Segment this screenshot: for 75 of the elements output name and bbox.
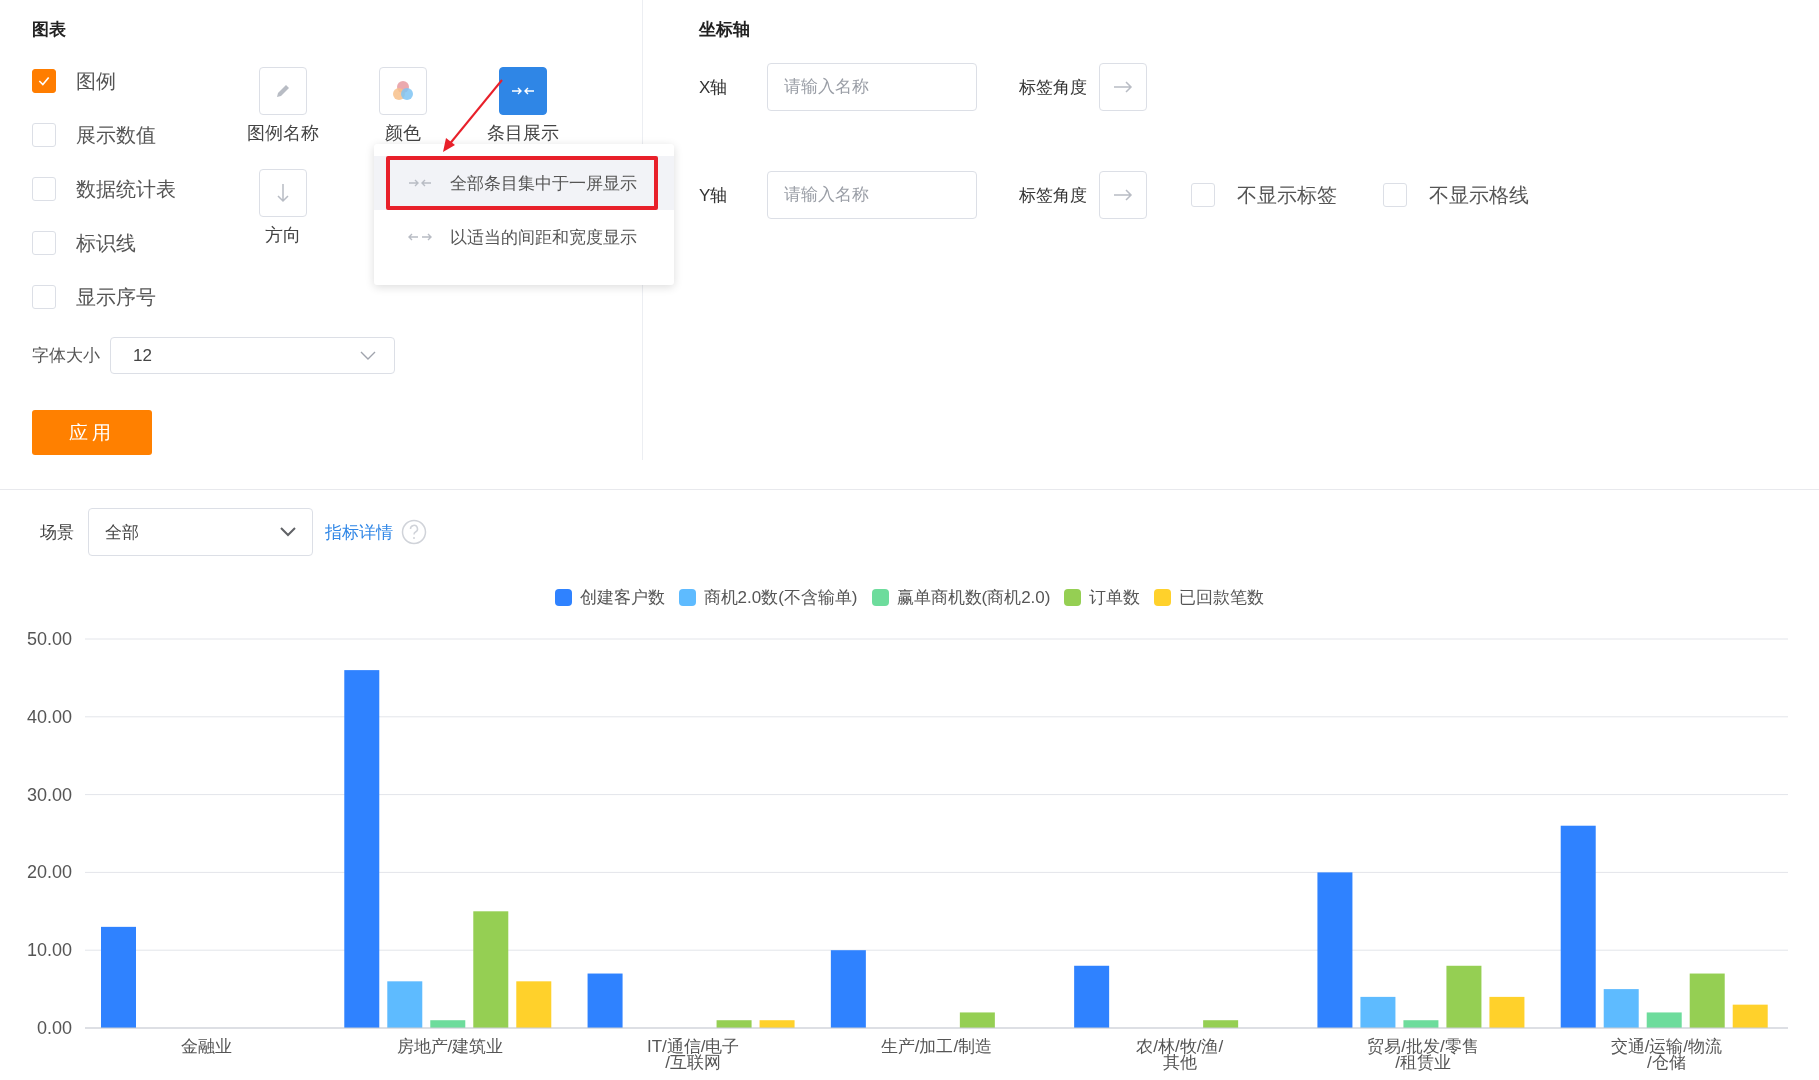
angle-label: 标签角度 [1019,76,1087,99]
menu-item[interactable]: 以适当的间距和宽度显示 [374,210,674,264]
x-axis-label: 房地产/建筑业 [396,1037,504,1056]
legend-label: 商机2.0数(不含输单) [703,587,858,609]
bar [1689,973,1725,1028]
name-input[interactable]: 请输入名称 [767,171,977,219]
tool-button[interactable] [499,67,547,115]
bar [716,1020,752,1028]
section-title: 图表 [32,19,67,41]
y-axis-label: 50.00 [26,629,72,649]
down-arrow-icon [276,183,290,203]
arrows-inward-icon [511,85,535,97]
checkbox-label: 不显示格线 [1429,182,1529,208]
bar [1646,1012,1682,1028]
arrows-inward-icon [408,177,432,189]
angle-label: 标签角度 [1019,184,1087,207]
y-axis-label: 30.00 [26,784,72,805]
checkbox-label: 数据统计表 [76,176,176,202]
scene-select[interactable]: 全部 [88,508,313,556]
arrows-outward-icon [408,231,432,243]
x-axis-label: 生产/加工/制造 [880,1037,993,1056]
chevron-down-icon [360,350,376,361]
bar [1489,996,1525,1028]
scene-label: 场景 [40,521,74,544]
bar [516,981,552,1028]
checkmark-icon [37,74,51,88]
tool-label: 条目展示 [487,122,559,145]
bar [1446,965,1482,1028]
checkbox-label: 展示数值 [76,122,156,148]
bar [430,1020,466,1028]
checkbox[interactable] [32,69,56,93]
tool-label: 方向 [265,224,301,247]
bar [959,1012,995,1028]
tool-label: 颜色 [385,122,421,145]
y-axis-label: 40.00 [26,706,72,727]
legend-label: 订单数 [1089,587,1141,609]
legend-label: 赢单商机数(商机2.0) [896,587,1051,609]
x-axis-label: 农/林/牧/渔/ 其他 [1136,1037,1224,1071]
y-axis-label: 0.00 [36,1018,72,1038]
right-arrow-icon [1113,189,1133,201]
bar [1360,996,1396,1028]
axis-label: Y轴 [699,184,729,207]
y-axis-label: 10.00 [26,940,72,961]
x-axis-label: 金融业 [181,1037,233,1056]
metric-details-link[interactable]: 指标详情 [325,520,393,544]
bar [1732,1004,1768,1028]
x-axis-label: 交通/运输/物流 /仓储 [1610,1037,1723,1071]
chevron-down-icon [280,527,296,537]
bar [759,1020,795,1028]
help-icon[interactable] [401,519,427,545]
bar [1203,1020,1239,1028]
pencil-icon [274,82,292,100]
bar [387,981,423,1028]
axis-label: X轴 [699,76,729,99]
angle-button[interactable] [1099,171,1147,219]
name-input[interactable]: 请输入名称 [767,63,977,111]
x-axis-label: IT/通信/电子 /互联网 [646,1037,740,1071]
x-axis-label: 贸易/批发/零售 /租赁业 [1367,1037,1479,1071]
right-arrow-icon [1113,81,1133,93]
font-size-select[interactable]: 12 [110,337,395,374]
angle-button[interactable] [1099,63,1147,111]
bar [1603,989,1639,1028]
y-axis-label: 20.00 [26,862,72,883]
bar [1074,965,1110,1028]
bar [1403,1020,1439,1028]
legend-label: 创建客户数 [579,587,665,609]
legend-label: 已回款笔数 [1179,587,1265,609]
tool-label: 图例名称 [247,122,319,145]
section-title: 坐标轴 [699,19,751,41]
checkbox-label: 图例 [76,68,116,94]
checkbox-label: 标识线 [76,230,136,256]
font-size-label: 字体大小 [32,345,100,367]
bar [587,973,623,1028]
checkbox-label: 不显示标签 [1237,182,1337,208]
checkbox-label: 显示序号 [76,284,156,310]
